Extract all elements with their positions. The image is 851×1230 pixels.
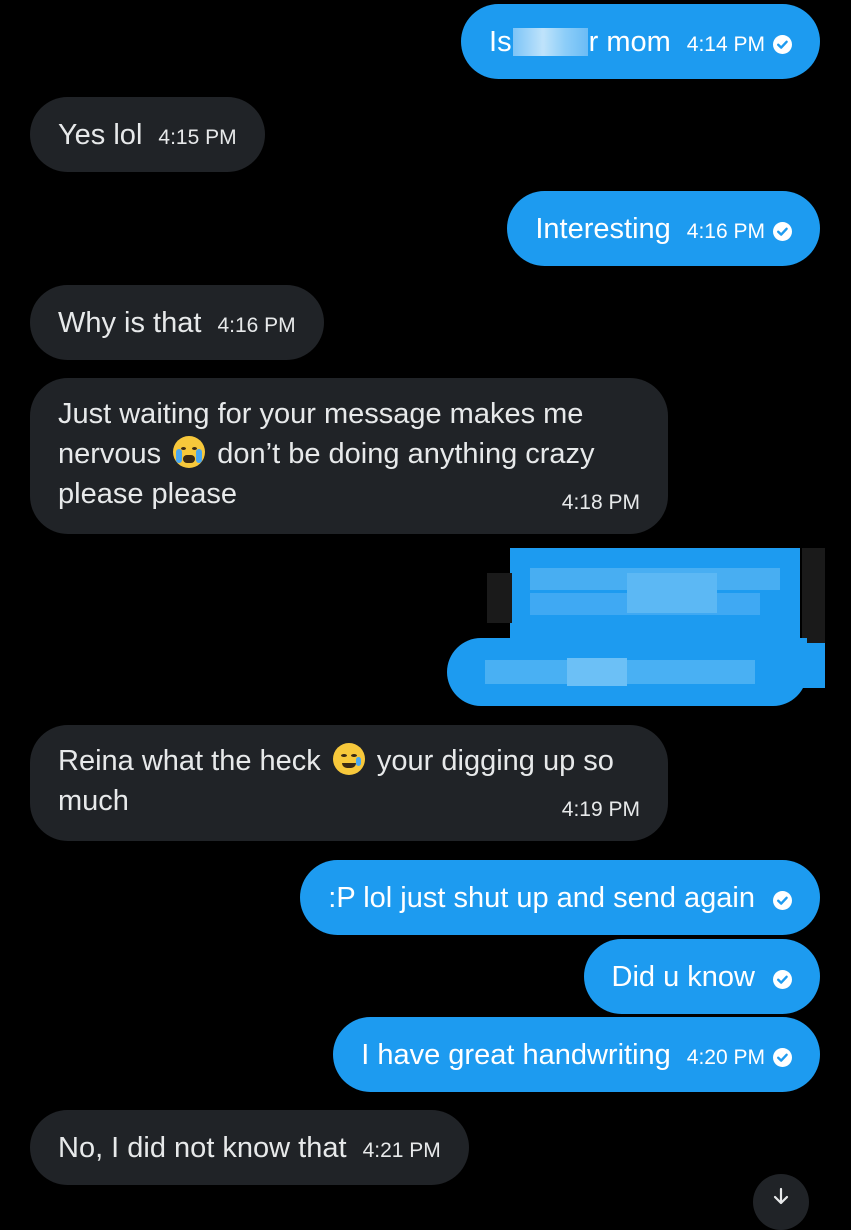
- smiling-face-with-tear-emoji: [332, 743, 365, 775]
- message-text: Why is that: [58, 306, 202, 339]
- check-circle-icon: [773, 970, 792, 989]
- message-timestamp: 4:14 PM: [686, 32, 765, 56]
- message-text: Interesting: [535, 212, 671, 245]
- message-text: r mom: [588, 25, 671, 58]
- message-timestamp: 4:20 PM: [686, 1045, 765, 1069]
- loudly-crying-face-emoji: [173, 436, 206, 468]
- message-bubble-incoming[interactable]: Yes lol 4:15 PM: [30, 97, 265, 172]
- check-circle-icon: [773, 35, 792, 54]
- redacted-name-block: [512, 27, 588, 56]
- message-timestamp: 4:21 PM: [362, 1138, 441, 1162]
- message-text: Yes lol: [58, 118, 143, 151]
- scroll-to-bottom-button[interactable]: [753, 1174, 809, 1230]
- message-timestamp: 4:16 PM: [686, 219, 765, 243]
- message-text: No, I did not know that: [58, 1131, 347, 1164]
- message-bubble-incoming[interactable]: Just waiting for your message makes me n…: [30, 378, 668, 534]
- message-bubble-outgoing[interactable]: Interesting 4:16 PM: [507, 191, 820, 266]
- check-circle-icon: [773, 1048, 792, 1067]
- message-timestamp: 4:19 PM: [561, 798, 640, 821]
- pixelated-redacted-message[interactable]: [447, 548, 825, 706]
- message-timestamp: 4:16 PM: [217, 313, 296, 337]
- check-circle-icon: [773, 891, 792, 910]
- message-bubble-outgoing[interactable]: Did u know: [583, 939, 820, 1014]
- message-bubble-incoming[interactable]: Why is that 4:16 PM: [30, 285, 324, 360]
- message-text: :P lol just shut up and send again: [328, 881, 755, 914]
- message-text: Is: [489, 25, 512, 58]
- arrow-down-icon: [771, 1186, 791, 1212]
- message-bubble-outgoing[interactable]: I have great handwriting 4:20 PM: [333, 1017, 820, 1092]
- message-text: I have great handwriting: [361, 1038, 671, 1071]
- message-text: Did u know: [611, 960, 755, 993]
- message-bubble-outgoing[interactable]: :P lol just shut up and send again: [300, 860, 820, 935]
- message-bubble-incoming[interactable]: Reina what the heck your digging up so m…: [30, 725, 668, 841]
- check-circle-icon: [773, 222, 792, 241]
- message-text: Reina what the heck: [58, 745, 321, 777]
- message-timestamp: 4:15 PM: [158, 125, 237, 149]
- message-bubble-incoming[interactable]: No, I did not know that 4:21 PM: [30, 1110, 469, 1185]
- message-bubble-outgoing[interactable]: Is r mom 4:14 PM: [461, 4, 820, 79]
